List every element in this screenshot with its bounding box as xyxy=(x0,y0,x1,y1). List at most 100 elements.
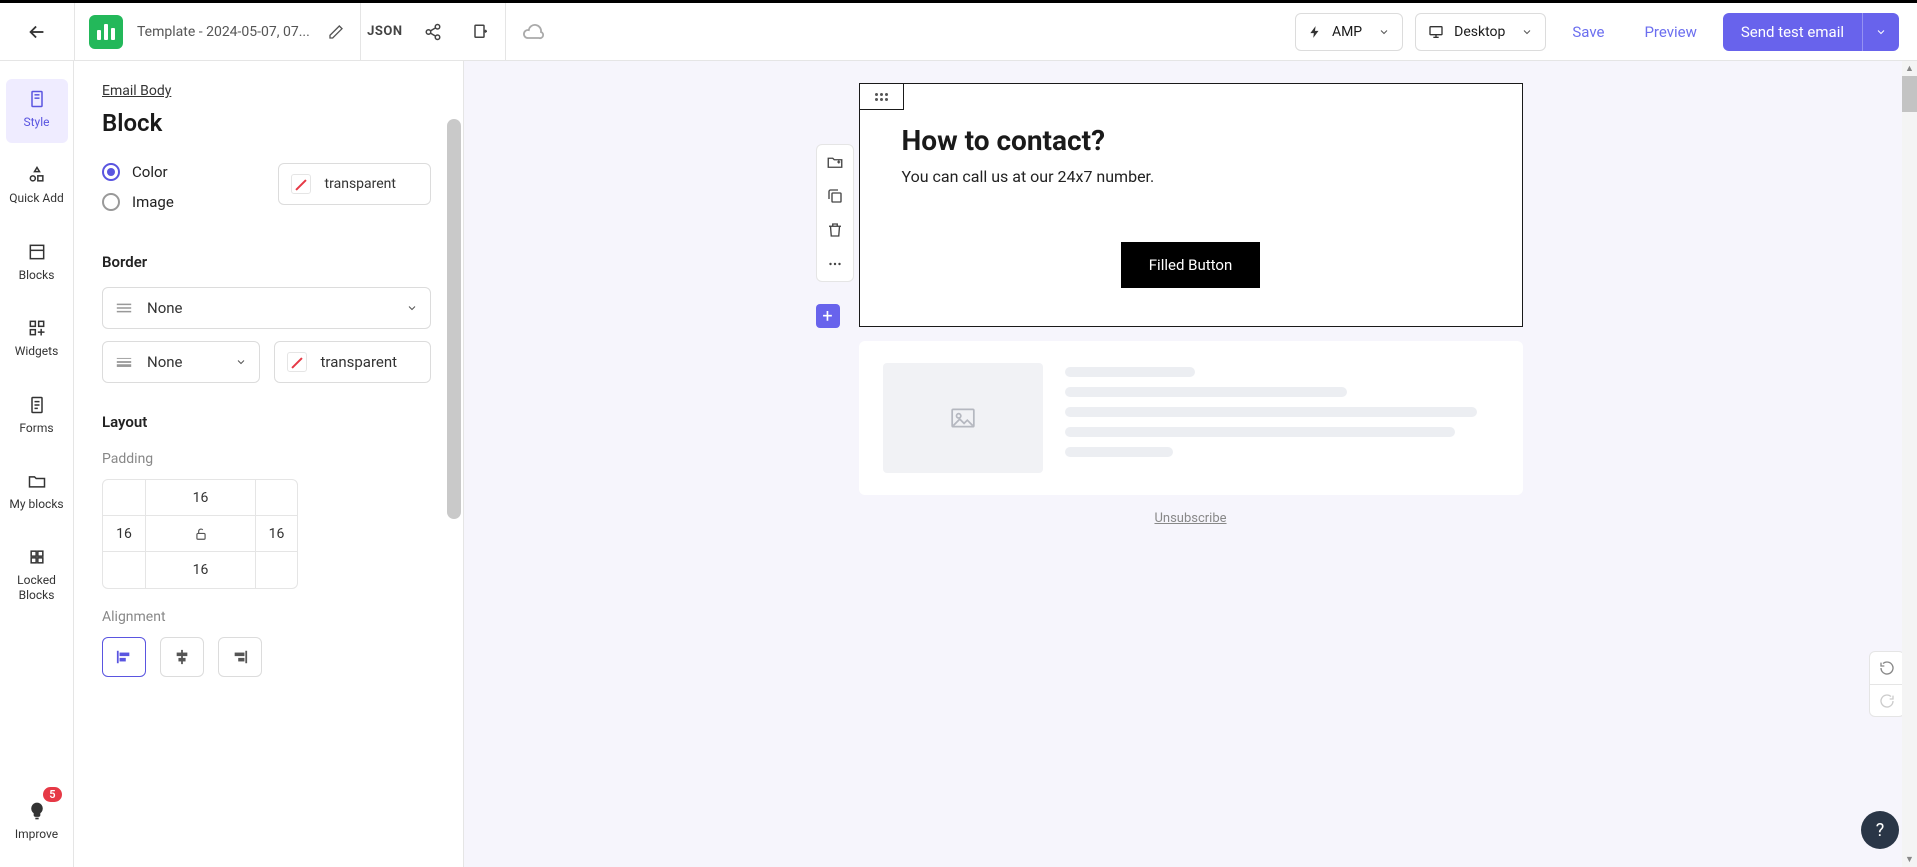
desktop-icon xyxy=(1428,24,1444,40)
folder-icon xyxy=(27,471,47,491)
align-center-button[interactable] xyxy=(160,637,204,677)
radio-image[interactable] xyxy=(102,193,120,211)
border-section-title: Border xyxy=(102,253,431,271)
sidebar-item-widgets[interactable]: Widgets xyxy=(6,308,68,372)
scroll-down-arrow[interactable]: ▼ xyxy=(1902,852,1917,867)
scroll-up-arrow[interactable]: ▲ xyxy=(1902,61,1917,76)
preview-button[interactable]: Preview xyxy=(1630,23,1710,41)
sidebar-item-label: Widgets xyxy=(15,344,59,358)
chevron-down-icon xyxy=(406,302,418,314)
widgets-icon xyxy=(27,318,47,338)
help-button[interactable]: ? xyxy=(1861,811,1899,849)
panel-scrollbar[interactable] xyxy=(447,119,461,519)
sidebar-item-label: Blocks xyxy=(19,268,55,282)
save-button[interactable]: Save xyxy=(1558,23,1618,41)
padding-control: 16 16 16 16 xyxy=(102,479,298,589)
sidebar-item-quick-add[interactable]: Quick Add xyxy=(6,155,68,219)
breadcrumb-email-body[interactable]: Email Body xyxy=(102,83,171,99)
align-left-button[interactable] xyxy=(102,637,146,677)
sidebar-item-label: Quick Add xyxy=(9,191,64,205)
selected-block[interactable]: + How to contact? You can call us at our… xyxy=(859,83,1523,327)
radio-color[interactable] xyxy=(102,163,120,181)
template-name[interactable]: Template - 2024-05-07, 07... xyxy=(137,24,310,40)
padding-label: Padding xyxy=(102,451,431,467)
viewport-selector[interactable]: Desktop xyxy=(1415,13,1546,51)
border-color-picker[interactable]: transparent xyxy=(274,341,432,383)
properties-panel: Email Body Block Color Image transp xyxy=(74,61,464,867)
share-button[interactable] xyxy=(409,3,457,61)
image-placeholder-icon xyxy=(883,363,1043,473)
padding-left-input[interactable]: 16 xyxy=(103,516,145,552)
border-width-dropdown[interactable]: None xyxy=(102,341,260,383)
duplicate-button[interactable] xyxy=(826,187,844,205)
sidebar-item-improve[interactable]: 5 Improve xyxy=(6,791,68,855)
locked-blocks-icon xyxy=(27,547,47,567)
export-button[interactable] xyxy=(457,3,505,61)
sync-status-icon xyxy=(506,20,560,44)
alignment-label: Alignment xyxy=(102,609,431,625)
padding-right-input[interactable]: 16 xyxy=(255,516,297,552)
placeholder-block[interactable] xyxy=(859,341,1523,495)
sidebar-item-label: Improve xyxy=(15,827,58,841)
blocks-icon xyxy=(27,242,47,262)
undo-button[interactable] xyxy=(1870,652,1904,684)
canvas-scrollbar[interactable]: ▲ ▼ xyxy=(1902,61,1917,867)
redo-button[interactable] xyxy=(1870,684,1904,716)
edit-name-icon[interactable] xyxy=(328,24,344,40)
sidebar-item-label: Locked Blocks xyxy=(6,573,68,602)
bulb-icon xyxy=(27,801,47,821)
drag-handle[interactable] xyxy=(860,84,904,110)
border-width-icon xyxy=(115,355,133,369)
unlock-icon xyxy=(194,527,208,541)
block-paragraph[interactable]: You can call us at our 24x7 number. xyxy=(902,167,1480,186)
amp-label: AMP xyxy=(1332,24,1362,40)
sidebar-item-label: Forms xyxy=(19,421,53,435)
viewport-label: Desktop xyxy=(1454,24,1505,40)
chevron-down-icon xyxy=(1521,26,1533,38)
app-logo xyxy=(89,15,123,49)
filled-button[interactable]: Filled Button xyxy=(1121,242,1261,288)
align-right-button[interactable] xyxy=(218,637,262,677)
send-test-button[interactable]: Send test email xyxy=(1723,13,1899,51)
background-color-picker[interactable]: transparent xyxy=(278,163,431,205)
padding-top-input[interactable]: 16 xyxy=(145,480,255,516)
block-toolbar xyxy=(816,144,854,282)
chevron-down-icon[interactable] xyxy=(1863,26,1899,38)
save-block-button[interactable] xyxy=(826,153,844,171)
more-button[interactable] xyxy=(826,255,844,273)
sidebar-item-label: Style xyxy=(23,115,49,129)
json-button[interactable]: JSON xyxy=(361,3,409,61)
sidebar-item-style[interactable]: Style xyxy=(6,79,68,143)
add-block-button[interactable]: + xyxy=(816,304,840,328)
amp-selector[interactable]: AMP xyxy=(1295,13,1403,51)
panel-title: Block xyxy=(102,109,431,137)
border-style-icon xyxy=(115,301,133,315)
scroll-thumb[interactable] xyxy=(1902,76,1917,112)
sidebar-item-locked-blocks[interactable]: Locked Blocks xyxy=(6,537,68,616)
canvas[interactable]: + How to contact? You can call us at our… xyxy=(464,61,1917,867)
forms-icon xyxy=(27,395,47,415)
sidebar-item-label: My blocks xyxy=(9,497,63,511)
shapes-icon xyxy=(27,165,47,185)
back-button[interactable] xyxy=(0,3,74,61)
padding-bottom-input[interactable]: 16 xyxy=(145,552,255,588)
chevron-down-icon xyxy=(1378,26,1390,38)
sidebar-item-blocks[interactable]: Blocks xyxy=(6,232,68,296)
layout-section-title: Layout xyxy=(102,413,431,431)
padding-lock-toggle[interactable] xyxy=(145,516,255,552)
border-style-dropdown[interactable]: None xyxy=(102,287,431,329)
history-toolbar xyxy=(1869,651,1905,717)
delete-button[interactable] xyxy=(826,221,844,239)
sidebar-item-my-blocks[interactable]: My blocks xyxy=(6,461,68,525)
chevron-down-icon xyxy=(235,356,247,368)
left-rail: Style Quick Add Blocks Widgets Forms My … xyxy=(0,61,74,867)
sidebar-item-forms[interactable]: Forms xyxy=(6,385,68,449)
style-icon xyxy=(27,89,47,109)
app-header: Template - 2024-05-07, 07... JSON xyxy=(0,3,1917,61)
transparent-swatch-icon xyxy=(287,352,307,372)
unsubscribe-link[interactable]: Unsubscribe xyxy=(859,511,1523,526)
block-heading[interactable]: How to contact? xyxy=(902,124,1480,157)
radio-color-label[interactable]: Color xyxy=(132,163,168,181)
radio-image-label[interactable]: Image xyxy=(132,193,174,211)
improve-badge: 5 xyxy=(43,787,61,802)
